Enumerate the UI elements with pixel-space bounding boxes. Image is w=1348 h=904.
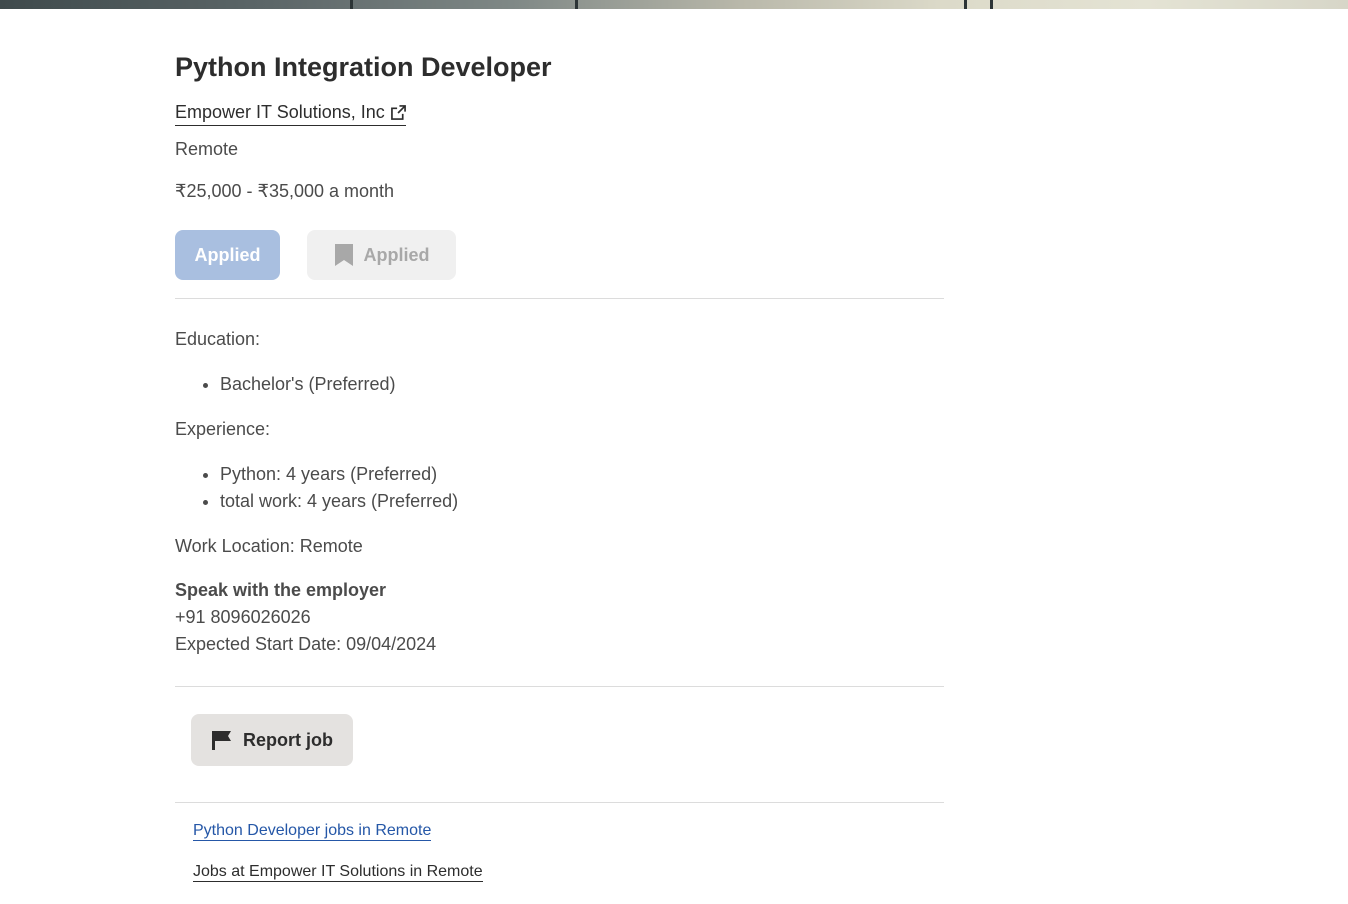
save-job-label: Applied: [363, 244, 430, 265]
related-jobs-link[interactable]: Python Developer jobs in Remote: [193, 822, 432, 841]
report-job-label: Report job: [243, 729, 333, 750]
employer-phone: +91 8096026026: [175, 607, 311, 627]
expected-start-date: Expected Start Date: 09/04/2024: [175, 634, 437, 654]
education-label: Education:: [175, 329, 261, 349]
report-job-button[interactable]: Report job: [191, 714, 353, 766]
list-item: total work: 4 years (Preferred): [220, 488, 458, 515]
job-title: Python Integration Developer: [175, 52, 552, 82]
header-banner-image: [0, 0, 1348, 9]
banner-mark: [990, 0, 993, 9]
experience-list: Python: 4 years (Preferred) total work: …: [175, 461, 458, 515]
banner-mark: [350, 0, 353, 9]
job-location: Remote: [175, 139, 239, 159]
list-item: Bachelor's (Preferred): [220, 371, 396, 398]
work-location: Work Location: Remote: [175, 536, 363, 556]
salary: ₹25,000 - ₹35,000 a month: [175, 181, 395, 201]
banner-mark: [575, 0, 578, 9]
list-item: Python: 4 years (Preferred): [220, 461, 458, 488]
bookmark-icon: [334, 244, 353, 266]
save-job-button[interactable]: Applied: [307, 230, 456, 280]
flag-icon: [212, 731, 231, 750]
applied-button[interactable]: Applied: [175, 230, 280, 280]
divider: [175, 686, 944, 687]
company-name: Empower IT Solutions, Inc: [175, 102, 385, 122]
education-list: Bachelor's (Preferred): [175, 371, 396, 398]
experience-label: Experience:: [175, 419, 271, 439]
company-link[interactable]: Empower IT Solutions, Inc: [175, 102, 406, 126]
external-link-icon: [390, 105, 406, 120]
employer-heading: Speak with the employer: [175, 580, 387, 600]
banner-mark: [964, 0, 967, 9]
divider: [175, 802, 944, 803]
company-jobs-link[interactable]: Jobs at Empower IT Solutions in Remote: [193, 863, 483, 882]
divider: [175, 298, 944, 299]
